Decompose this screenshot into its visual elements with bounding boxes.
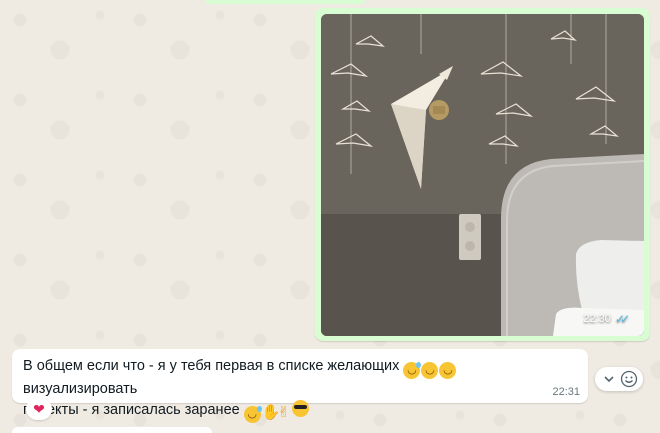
message-actions bbox=[595, 367, 643, 391]
double-check-read-icon: ✓✓ bbox=[614, 312, 630, 326]
image-message-meta: 22:30 ✓✓ bbox=[583, 312, 630, 326]
reaction-badge[interactable]: ❤ bbox=[26, 398, 52, 420]
message-text-line1: В общем если что - я у тебя первая в спи… bbox=[23, 358, 400, 374]
smiley-icon[interactable] bbox=[620, 370, 638, 388]
message-text-line2: проекты - я записалась заранее bbox=[23, 402, 240, 418]
image-message-bubble[interactable]: 22:30 ✓✓ bbox=[315, 8, 650, 341]
photo-illustration bbox=[321, 14, 644, 336]
ok-hand-emoji-icon: ✋ bbox=[261, 404, 281, 421]
message-text: В общем если что - я у тебя первая в спи… bbox=[23, 356, 563, 423]
chevron-down-icon[interactable] bbox=[600, 370, 618, 388]
tears-of-joy-emoji-icon: ◡ bbox=[243, 406, 262, 423]
grinning-squinting-emoji-icon: ◡ bbox=[439, 362, 457, 379]
chat-background: 22:30 ✓✓ В общем если что - я у тебя пер… bbox=[0, 0, 660, 433]
image-message-time: 22:30 bbox=[583, 313, 611, 325]
message-photo[interactable]: 22:30 ✓✓ bbox=[321, 14, 644, 336]
text-message-time: 22:31 bbox=[552, 386, 580, 398]
next-message-edge bbox=[12, 427, 212, 433]
grinning-squinting-emoji-icon: ◡ bbox=[421, 362, 439, 379]
previous-message-edge bbox=[205, 0, 365, 4]
heart-icon: ❤ bbox=[33, 400, 45, 417]
text-message-bubble[interactable]: В общем если что - я у тебя первая в спи… bbox=[12, 349, 588, 423]
grinning-squinting-sweat-emoji-icon: ◡ bbox=[403, 362, 422, 379]
crossed-fingers-emoji-icon: ✌ bbox=[277, 404, 291, 421]
sunglasses-emoji-icon bbox=[291, 400, 309, 417]
message-text-line1-end: визуализировать bbox=[23, 381, 138, 397]
